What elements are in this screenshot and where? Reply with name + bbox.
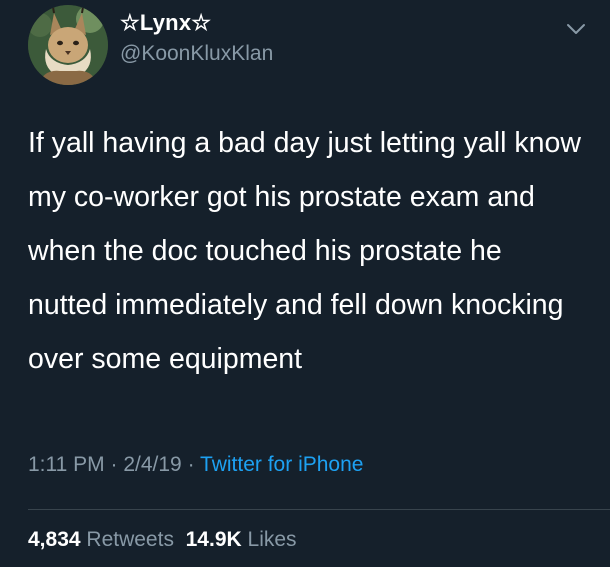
tweet-text: If yall having a bad day just letting ya… — [28, 127, 581, 375]
tweet-card: ☆Lynx☆ @KoonKluxKlan If yall having a ba… — [0, 0, 610, 567]
handle[interactable]: @KoonKluxKlan — [120, 42, 273, 66]
chevron-down-icon[interactable] — [566, 22, 586, 36]
meta-separator: · — [110, 453, 118, 476]
likes-label: Likes — [247, 528, 297, 551]
retweets-label: Retweets — [86, 528, 174, 551]
meta-separator: · — [187, 453, 195, 476]
likes-count: 14.9K — [185, 528, 242, 551]
engagement-stats: 4,834 Retweets 14.9K Likes — [28, 528, 297, 552]
retweets-count: 4,834 — [28, 528, 81, 551]
likes-stat[interactable]: 14.9K Likes — [186, 528, 297, 551]
divider — [28, 509, 610, 510]
avatar[interactable] — [28, 5, 108, 85]
retweets-stat[interactable]: 4,834 Retweets — [28, 528, 174, 551]
lynx-avatar-icon — [28, 5, 108, 85]
tweet-source-link[interactable]: Twitter for iPhone — [200, 453, 363, 476]
display-name[interactable]: ☆Lynx☆ — [120, 10, 211, 36]
tweet-meta: 1:11 PM · 2/4/19 · Twitter for iPhone — [28, 453, 363, 477]
tweet-date: 2/4/19 — [123, 453, 182, 476]
tweet-time: 1:11 PM — [28, 453, 105, 476]
